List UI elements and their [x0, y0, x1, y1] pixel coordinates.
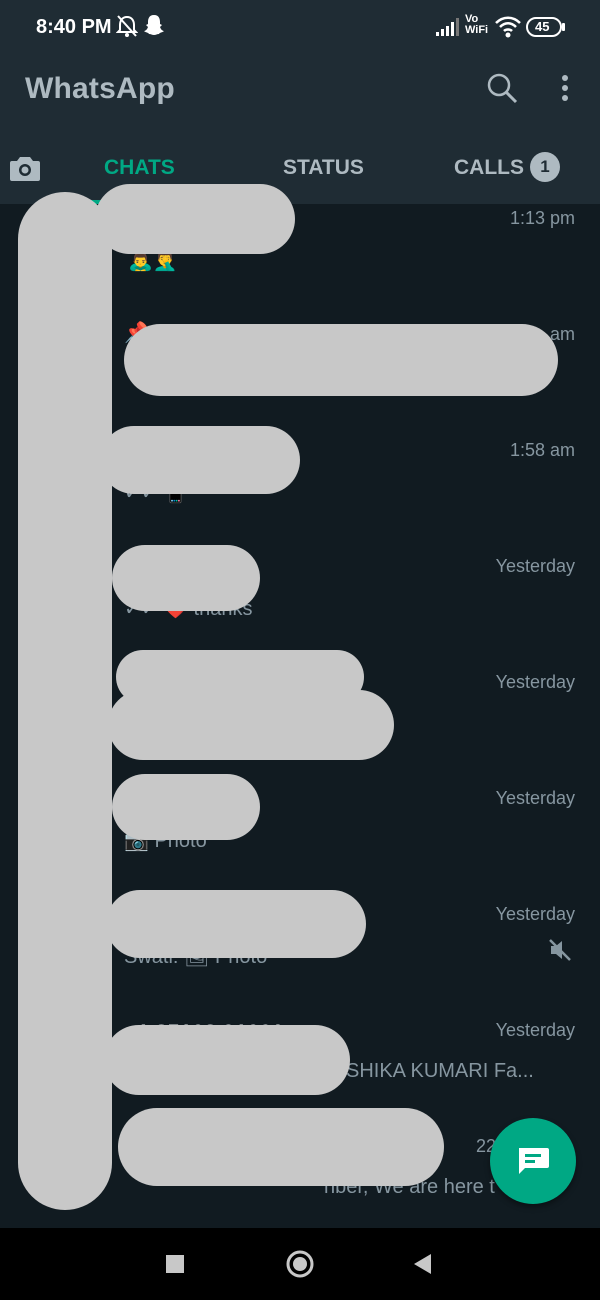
redaction-mark	[118, 1108, 444, 1186]
chat-time: 1:58 am	[509, 440, 575, 460]
redaction-mark	[95, 184, 295, 254]
alarm-off-icon	[115, 14, 139, 43]
redaction-mark	[112, 545, 260, 611]
app-bar: WhatsApp CHATS STATUS CALLS 1	[0, 56, 600, 204]
signal-icon	[436, 18, 460, 41]
chat-time: Yesterday	[495, 904, 575, 924]
back-triangle-icon[interactable]	[412, 1253, 432, 1280]
chat-time: Yesterday	[495, 1020, 575, 1040]
more-vert-icon[interactable]	[560, 74, 570, 109]
mute-icon	[548, 938, 572, 967]
vowifi-icon: Vo WiFi	[465, 14, 488, 36]
camera-icon[interactable]	[10, 154, 40, 187]
app-title: WhatsApp	[25, 72, 175, 105]
battery-level: 45	[535, 19, 550, 34]
snapchat-icon	[144, 14, 164, 41]
vowifi-bottom-label: WiFi	[465, 24, 489, 36]
tab-bar: CHATS STATUS CALLS 1	[0, 140, 600, 204]
tab-chats[interactable]: CHATS	[104, 156, 175, 180]
chat-time: Yesterday	[495, 556, 575, 576]
redaction-mark	[106, 890, 366, 958]
redaction-mark	[124, 324, 558, 396]
tab-status[interactable]: STATUS	[283, 156, 364, 180]
status-time: 8:40 PM	[36, 16, 112, 38]
status-bar: 8:40 PM Vo WiFi 45	[0, 0, 600, 56]
new-chat-icon	[519, 1148, 549, 1174]
chat-preview: SHIKA KUMARI Fa...	[346, 1060, 534, 1082]
recents-square-icon[interactable]	[166, 1255, 184, 1278]
calls-badge: 1	[530, 152, 560, 182]
chat-time: am	[549, 324, 575, 344]
search-icon[interactable]	[486, 72, 518, 109]
redaction-mark	[104, 1025, 350, 1095]
chat-time: Yesterday	[495, 672, 575, 692]
system-nav-bar	[0, 1228, 600, 1300]
redaction-mark	[18, 192, 112, 1210]
chat-time: 1:13 pm	[509, 208, 575, 228]
wifi-icon	[495, 16, 521, 43]
new-chat-button[interactable]	[490, 1118, 576, 1204]
chat-time: Yesterday	[495, 788, 575, 808]
redaction-mark	[108, 690, 394, 760]
tab-calls[interactable]: CALLS	[454, 156, 524, 180]
home-circle-icon[interactable]	[286, 1250, 314, 1283]
redaction-mark	[112, 774, 260, 840]
redaction-mark	[100, 426, 300, 494]
